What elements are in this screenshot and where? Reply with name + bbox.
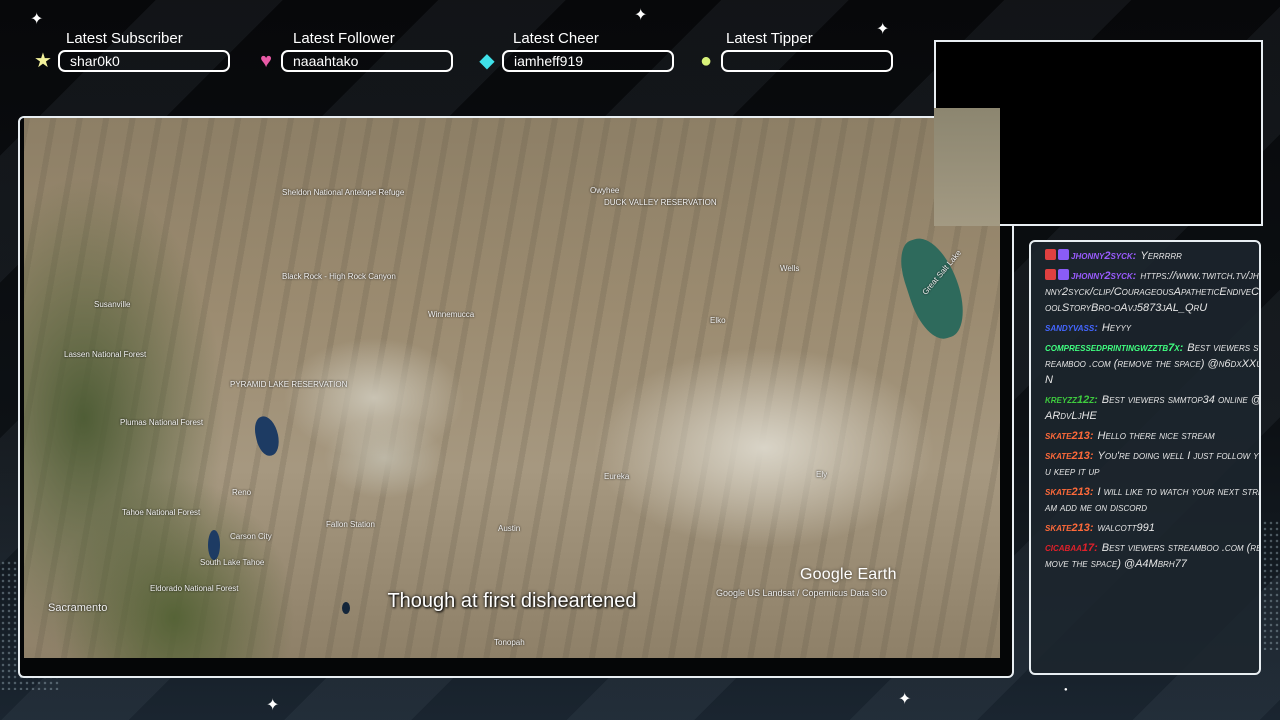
chat-message: skate213: Hello there nice stream [1045,428,1259,444]
map-label: Reno [232,488,252,497]
chat-username[interactable]: compressedprintingwzztb7x: [1045,342,1183,354]
chat-message: cicabaa17: Best viewers streamboo .com (r… [1045,540,1259,572]
latest-tipper-title: Latest Tipper [726,30,813,47]
map-label: Susanville [94,300,131,309]
sparkle-icon: ✦ [30,11,44,28]
dot-pattern [1262,520,1280,650]
chat-username[interactable]: jhonny2syck: [1071,250,1136,262]
map-label: Elko [710,316,726,325]
latest-cheer-value: iamheff919 [502,50,674,72]
latest-follower-widget: Latest Follower ♥ naaahtako [255,30,455,74]
google-earth-logo: Google Earth [800,566,897,583]
chat-text: walcott991 [1097,522,1155,534]
map-label: Austin [498,524,521,533]
star-icon: ★ [34,50,52,72]
heart-icon: ♥ [260,50,272,72]
chat-username[interactable]: skate213: [1045,430,1094,442]
chat-username[interactable]: kreyzz12z: [1045,394,1098,406]
latest-tipper-value [721,50,893,72]
chat-message: skate213: I will like to watch your next … [1045,484,1259,516]
chat-username[interactable]: jhonny2syck: [1071,270,1136,282]
chat-text: Hello there nice stream [1097,430,1215,442]
map-label: Tonopah [494,638,525,647]
map-label: Carson City [230,532,272,541]
latest-tipper-widget: Latest Tipper ● [695,30,895,74]
map-label: DUCK VALLEY RESERVATION [604,198,717,207]
chat-message-list: jhonny2syck: Yerrrrr jhonny2syck: https://w… [1045,248,1259,576]
latest-follower-value: naaahtako [281,50,453,72]
chat-badge-icon [1058,269,1069,280]
chat-badge-icon [1045,269,1056,280]
latest-cheer-title: Latest Cheer [513,30,599,47]
chat-message: kreyzz12z: Best viewers smmtop34 online @… [1045,392,1259,424]
sparkle-icon: ✦ [898,691,912,708]
map-label: Black Rock - High Rock Canyon [282,272,396,281]
pyramid-lake [252,414,282,458]
satellite-map: Sheldon National Antelope Refuge Black R… [24,118,1000,658]
map-label: Sheldon National Antelope Refuge [282,188,405,197]
chat-message: jhonny2syck: https://www.twitch.tv/jhonny… [1045,268,1259,316]
map-label: Lassen National Forest [64,350,147,359]
chat-message: compressedprintingwzztb7x: Best viewers s… [1045,340,1259,388]
latest-follower-title: Latest Follower [293,30,395,47]
sparkle-icon: ● [1064,687,1068,693]
map-label: Ely [816,470,828,479]
map-label: Eureka [604,472,630,481]
sparkle-icon: ✦ [266,697,280,714]
chat-username[interactable]: skate213: [1045,450,1094,462]
chat-username[interactable]: sandyvass: [1045,322,1098,334]
sparkle-icon: ✦ [634,7,648,24]
coin-icon: ● [699,50,713,72]
latest-subscriber-title: Latest Subscriber [66,30,183,47]
map-label: Plumas National Forest [120,418,204,427]
chat-username[interactable]: cicabaa17: [1045,542,1098,554]
map-label: PYRAMID LAKE RESERVATION [230,380,348,389]
chat-username[interactable]: skate213: [1045,486,1094,498]
map-overflow-strip [934,108,1000,226]
chat-text: Yerrrrr [1140,250,1182,262]
map-label: Winnemucca [428,310,475,319]
chat-message: skate213: You're doing well I just follow… [1045,448,1259,480]
chat-badge-icon [1058,249,1069,260]
chat-panel: jhonny2syck: Yerrrrr jhonny2syck: https://w… [1029,240,1261,675]
map-label: Owyhee [590,186,620,195]
chat-username[interactable]: skate213: [1045,522,1094,534]
chat-message: skate213: walcott991 [1045,520,1259,536]
gem-icon: ◆ [479,50,495,72]
lake-tahoe [208,530,220,560]
latest-subscriber-value: shar0k0 [58,50,230,72]
chat-message: jhonny2syck: Yerrrrr [1045,248,1259,264]
map-label: Fallon Station [326,520,375,529]
latest-subscriber-widget: Latest Subscriber ★ shar0k0 [32,30,232,74]
map-label: Wells [780,264,800,273]
chat-message: sandyvass: Heyyy [1045,320,1259,336]
latest-cheer-widget: Latest Cheer ◆ iamheff919 [476,30,676,74]
chat-badge-icon [1045,249,1056,260]
video-subtitle: Though at first disheartened [387,590,637,612]
map-label: Tahoe National Forest [122,508,201,517]
map-label: South Lake Tahoe [200,558,265,567]
chat-text: Heyyy [1101,322,1132,334]
